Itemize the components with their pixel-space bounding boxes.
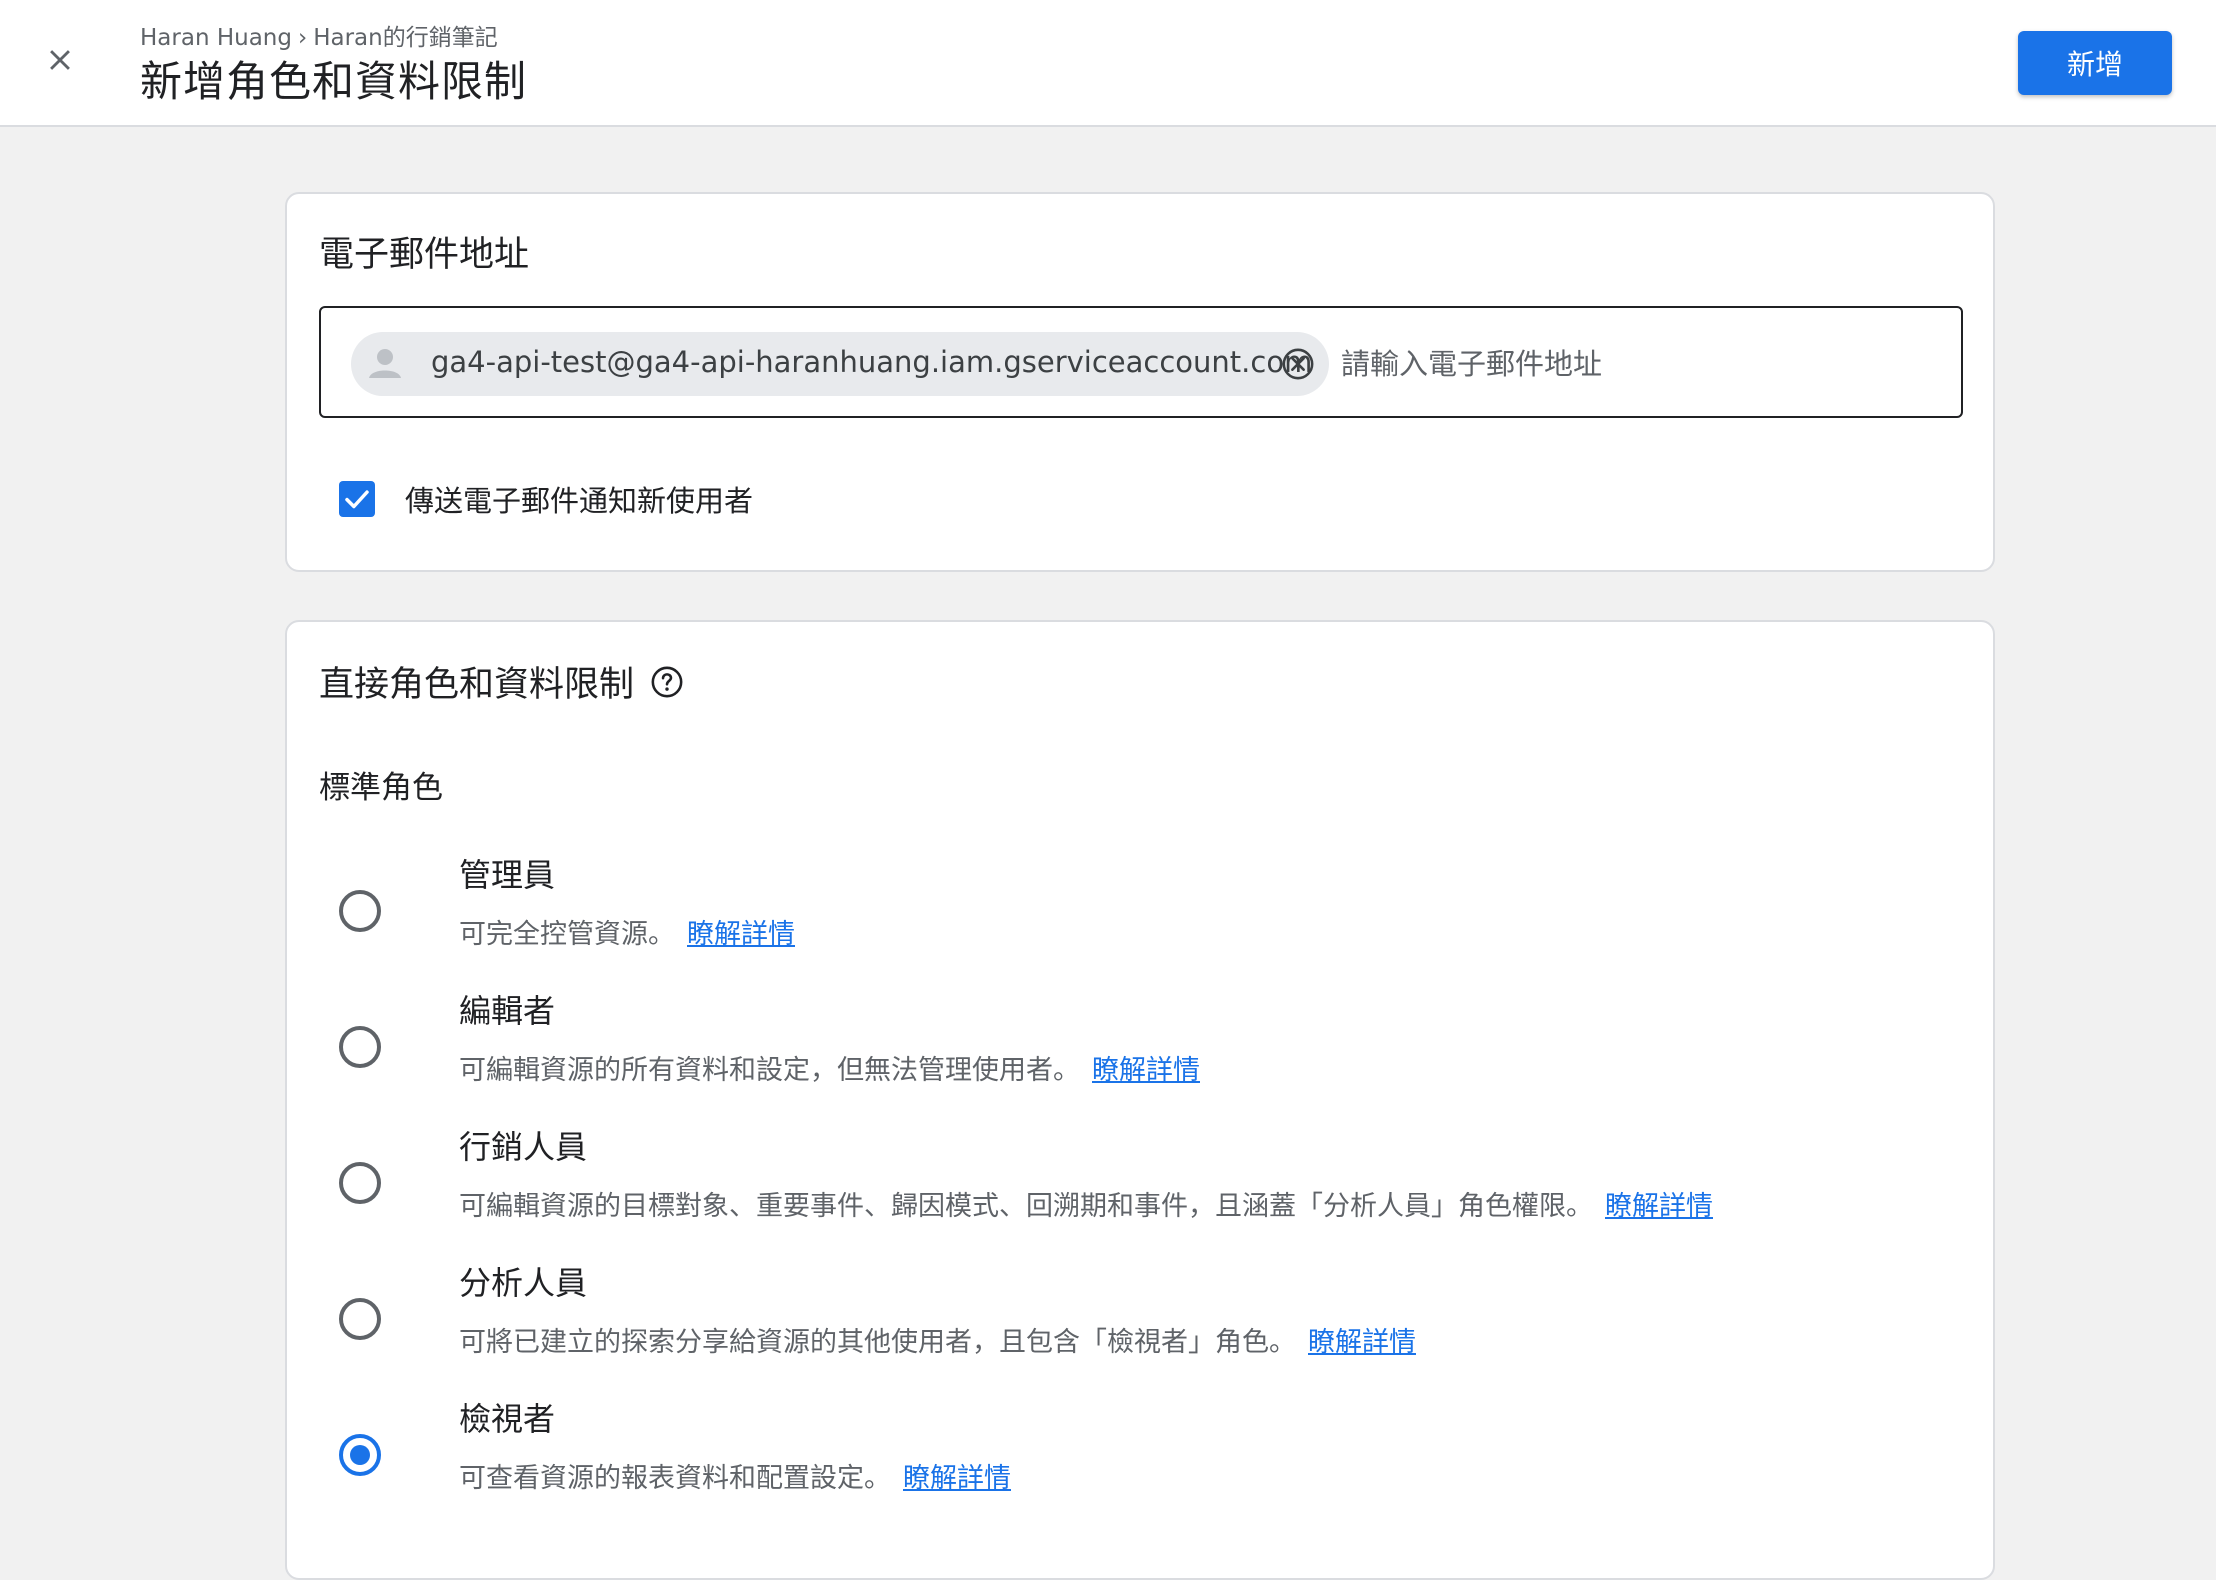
notify-label: 傳送電子郵件通知新使用者 — [405, 484, 754, 518]
role-description: 可編輯資源的目標對象、重要事件、歸因模式、回溯期和事件，且涵蓋「分析人員」角色權… — [459, 1191, 1713, 1222]
role-option-editor[interactable]: 編輯者 可編輯資源的所有資料和設定，但無法管理使用者。 瞭解詳情 — [319, 986, 1959, 1116]
role-description: 可查看資源的報表資料和配置設定。 瞭解詳情 — [459, 1463, 1011, 1494]
roles-card: 直接角色和資料限制 標準角色 管理員 可完全控管資源。 瞭解詳情 編輯者 可編輯資… — [285, 620, 1995, 1580]
avatar-icon — [361, 340, 409, 388]
role-name: 分析人員 — [459, 1264, 588, 1302]
role-option-viewer[interactable]: 檢視者 可查看資源的報表資料和配置設定。 瞭解詳情 — [319, 1394, 1959, 1524]
help-icon[interactable] — [650, 665, 684, 699]
learn-more-link[interactable]: 瞭解詳情 — [903, 1463, 1011, 1494]
top-bar: Haran Huang › Haran的行銷筆記 新增角色和資料限制 新增 — [0, 0, 2216, 127]
role-radio-analyst[interactable] — [339, 1298, 381, 1340]
check-icon — [345, 490, 369, 509]
notify-checkbox[interactable] — [339, 481, 375, 517]
role-radio-marketer[interactable] — [339, 1162, 381, 1204]
standard-roles-label: 標準角色 — [319, 770, 443, 806]
email-card: 電子郵件地址 ga4-api-test@ga4-api-haranhuang.i… — [285, 192, 1995, 572]
learn-more-link[interactable]: 瞭解詳情 — [687, 919, 795, 950]
close-icon — [50, 50, 70, 70]
role-radio-editor[interactable] — [339, 1026, 381, 1068]
email-input[interactable] — [1341, 342, 1941, 386]
role-radio-admin[interactable] — [339, 890, 381, 932]
email-chip[interactable]: ga4-api-test@ga4-api-haranhuang.iam.gser… — [351, 332, 1329, 396]
roles-section-title: 直接角色和資料限制 — [319, 656, 684, 707]
roles-title-text: 直接角色和資料限制 — [319, 665, 635, 705]
notify-row: 傳送電子郵件通知新使用者 — [339, 478, 753, 520]
chip-email-text: ga4-api-test@ga4-api-haranhuang.iam.gser… — [431, 345, 1313, 379]
role-option-admin[interactable]: 管理員 可完全控管資源。 瞭解詳情 — [319, 850, 1959, 980]
add-button[interactable]: 新增 — [2018, 31, 2172, 95]
remove-chip-icon[interactable] — [1281, 347, 1315, 381]
email-section-title: 電子郵件地址 — [319, 235, 530, 275]
role-name: 編輯者 — [459, 992, 556, 1030]
role-option-analyst[interactable]: 分析人員 可將已建立的探索分享給資源的其他使用者，且包含「檢視者」角色。 瞭解詳情 — [319, 1258, 1959, 1388]
page-title: 新增角色和資料限制 — [140, 57, 528, 106]
role-description: 可將已建立的探索分享給資源的其他使用者，且包含「檢視者」角色。 瞭解詳情 — [459, 1327, 1416, 1358]
role-description: 可完全控管資源。 瞭解詳情 — [459, 919, 795, 950]
role-option-marketer[interactable]: 行銷人員 可編輯資源的目標對象、重要事件、歸因模式、回溯期和事件，且涵蓋「分析人… — [319, 1122, 1959, 1252]
breadcrumb: Haran Huang › Haran的行銷筆記 — [140, 18, 498, 52]
role-name: 行銷人員 — [459, 1128, 588, 1166]
role-name: 管理員 — [459, 856, 556, 894]
role-name: 檢視者 — [459, 1400, 556, 1438]
email-field[interactable]: ga4-api-test@ga4-api-haranhuang.iam.gser… — [319, 306, 1963, 418]
learn-more-link[interactable]: 瞭解詳情 — [1605, 1191, 1713, 1222]
role-radio-viewer[interactable] — [339, 1434, 381, 1476]
close-button[interactable] — [30, 30, 90, 90]
learn-more-link[interactable]: 瞭解詳情 — [1308, 1327, 1416, 1358]
learn-more-link[interactable]: 瞭解詳情 — [1092, 1055, 1200, 1086]
role-description: 可編輯資源的所有資料和設定，但無法管理使用者。 瞭解詳情 — [459, 1055, 1200, 1086]
